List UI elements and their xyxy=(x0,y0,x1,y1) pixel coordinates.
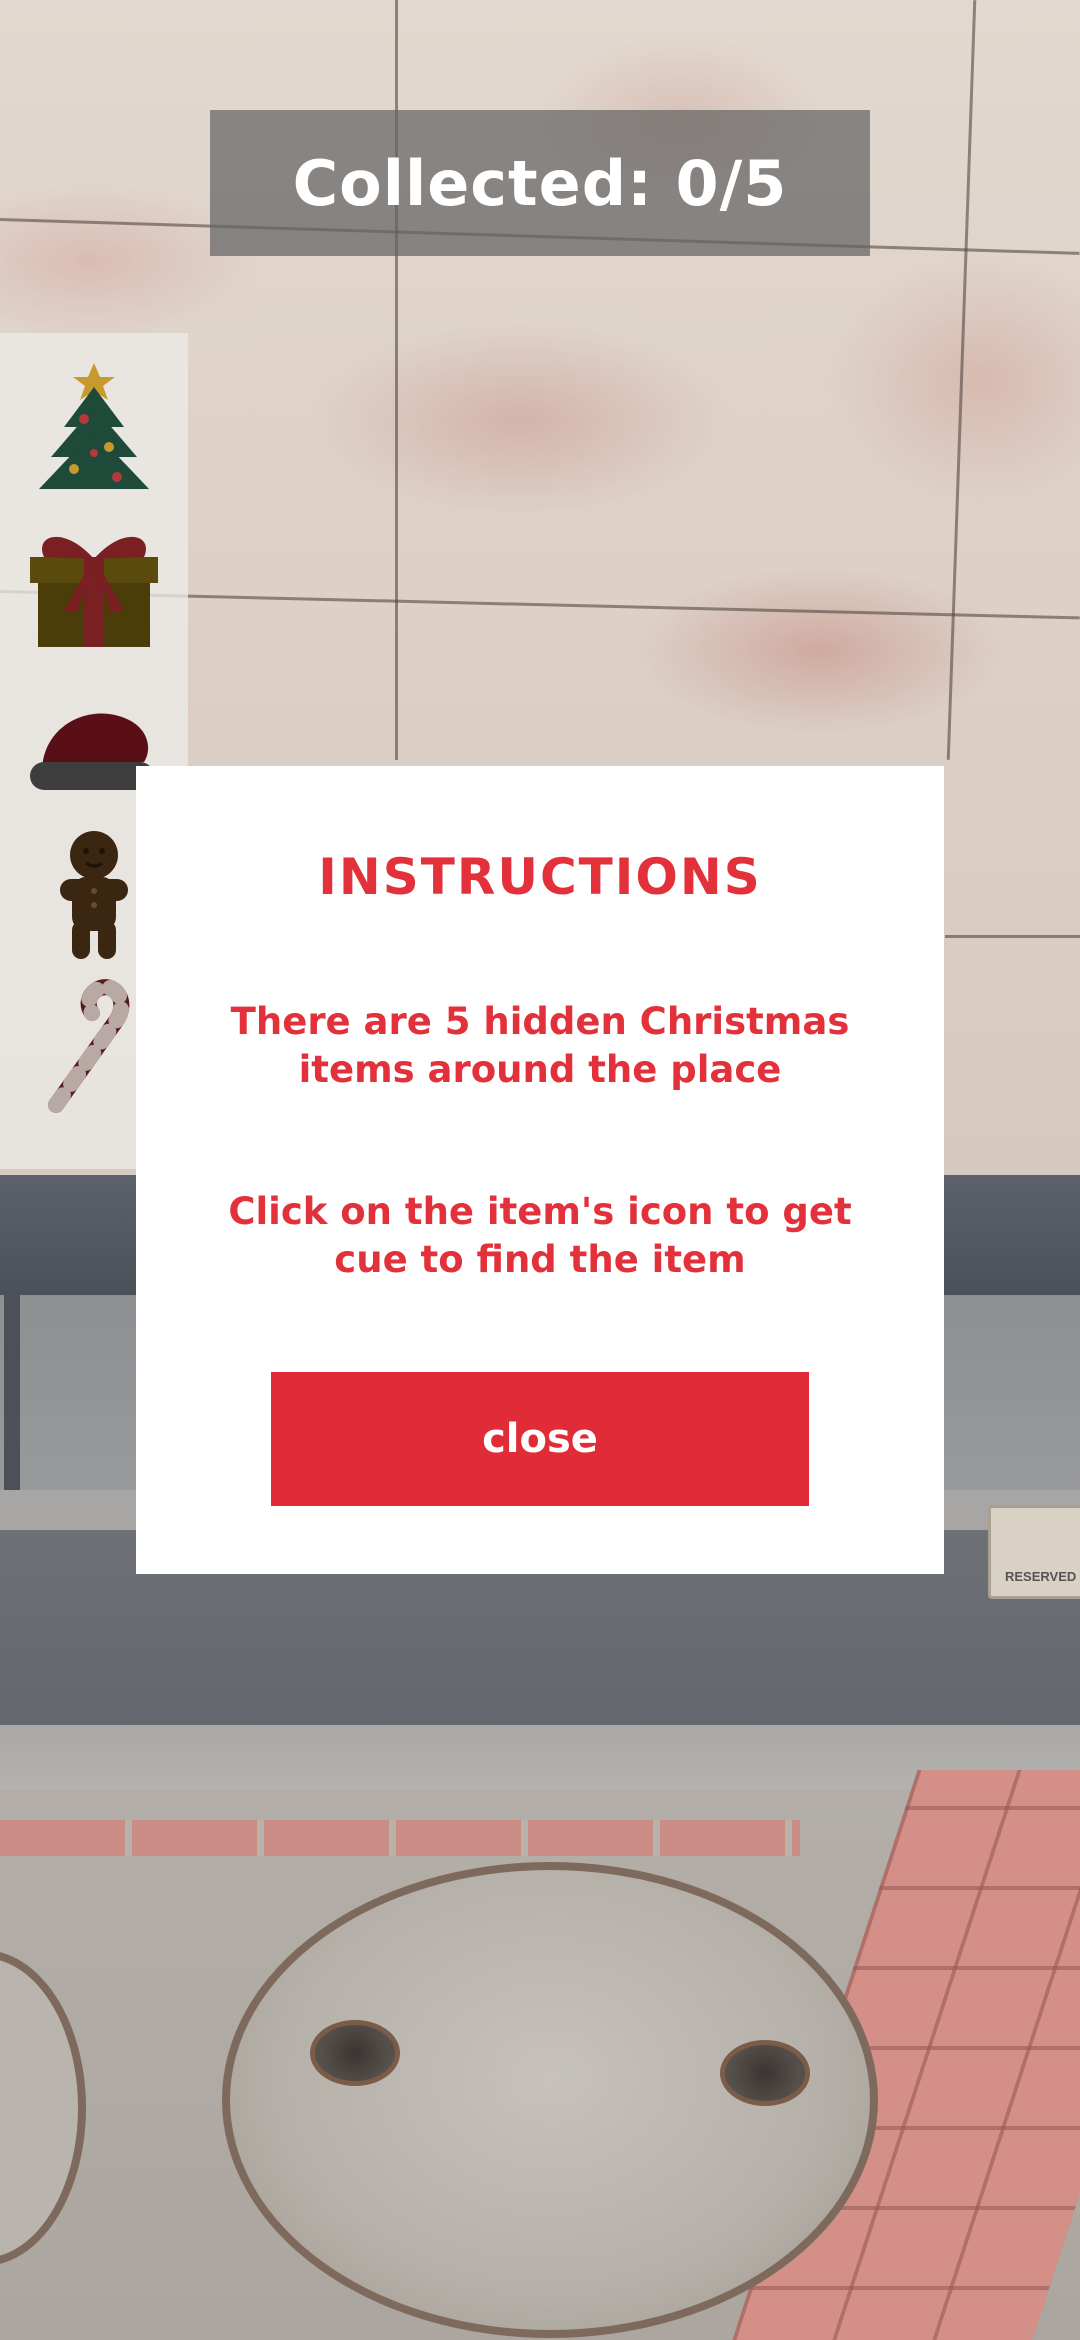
instructions-modal: INSTRUCTIONS There are 5 hidden Christma… xyxy=(136,766,944,1574)
collected-counter: Collected: 0/5 xyxy=(210,110,870,256)
gift-box-icon xyxy=(30,536,158,647)
gingerbread-man-icon xyxy=(60,831,128,959)
bench-leg xyxy=(4,1295,20,1495)
manhole-hole xyxy=(310,2020,400,2086)
close-button[interactable]: close xyxy=(271,1372,809,1506)
reserved-sign: RESERVED xyxy=(988,1505,1080,1599)
red-brick-border xyxy=(0,1820,800,1856)
modal-title: INSTRUCTIONS xyxy=(318,848,762,906)
manhole-hole xyxy=(720,2040,810,2106)
collected-counter-text: Collected: 0/5 xyxy=(292,146,788,220)
christmas-tree-icon xyxy=(39,363,149,489)
wall-seam xyxy=(945,935,1080,938)
manhole-cover xyxy=(222,1862,878,2338)
instructions-paragraph-1: There are 5 hidden Christmas items aroun… xyxy=(230,1000,850,1091)
instructions-paragraph-2: Click on the item's icon to get cue to f… xyxy=(228,1190,852,1281)
gift-box-button[interactable] xyxy=(22,513,166,657)
christmas-tree-button[interactable] xyxy=(22,355,166,499)
